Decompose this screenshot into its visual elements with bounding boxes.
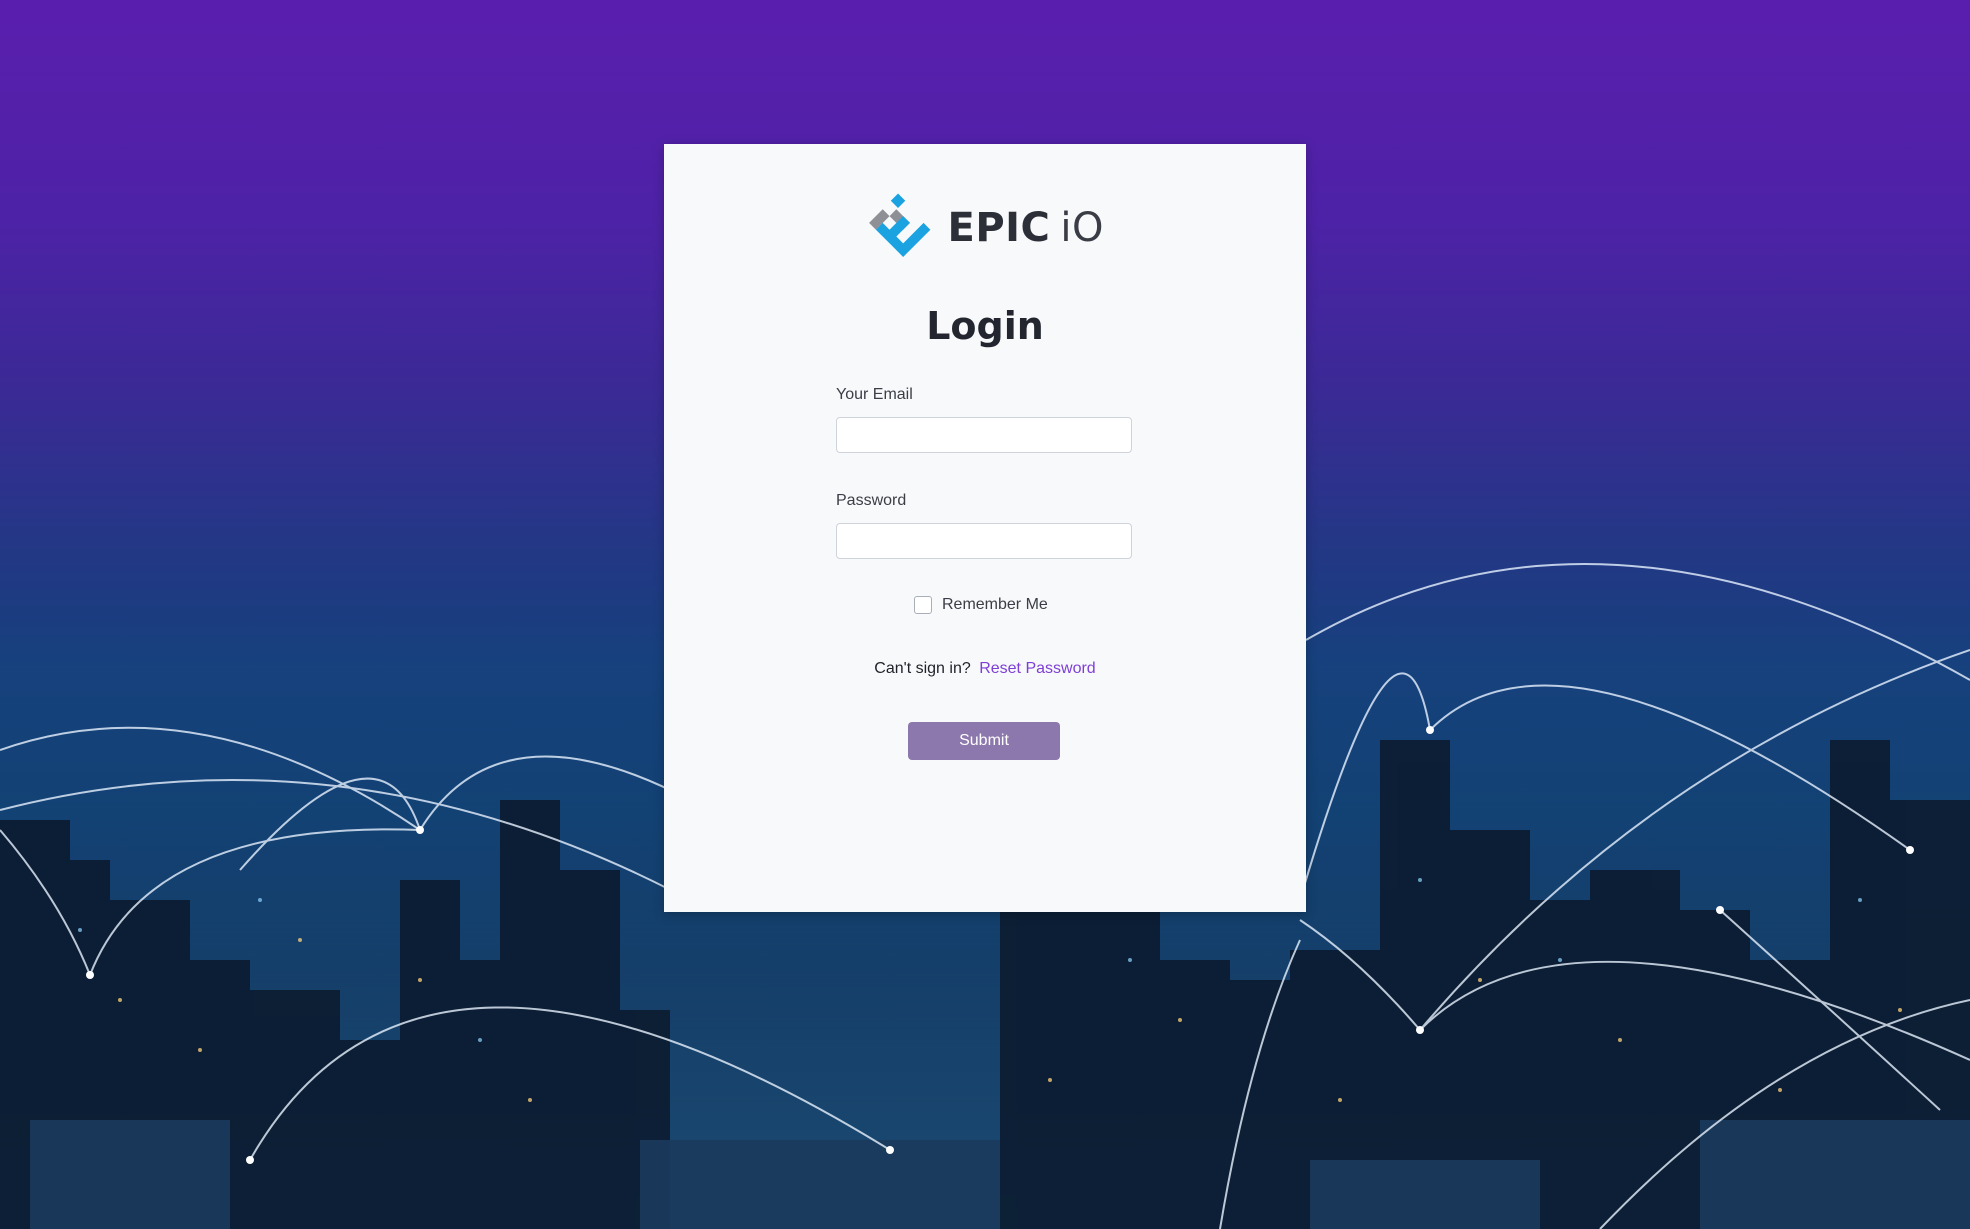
password-label: Password	[836, 492, 907, 509]
login-card: EPIC iO Login Your Email Password Remembe…	[664, 144, 1306, 912]
page-title: Login	[926, 304, 1044, 348]
email-field[interactable]	[836, 417, 1132, 453]
brand-name: EPIC iO	[948, 205, 1105, 251]
brand-name-light: iO	[1060, 205, 1104, 251]
email-label: Your Email	[836, 386, 913, 403]
remember-me-label[interactable]: Remember Me	[942, 596, 1048, 614]
brand-name-bold: EPIC	[947, 205, 1051, 251]
remember-me-checkbox[interactable]	[914, 596, 932, 614]
reset-password-link[interactable]: Reset Password	[979, 660, 1096, 677]
epic-io-logo-icon	[869, 193, 931, 257]
cant-sign-in-text: Can't sign in?	[874, 660, 971, 677]
brand-logo: EPIC iO	[864, 186, 1104, 270]
login-page: EPIC iO Login Your Email Password Remembe…	[0, 0, 1970, 1229]
cant-sign-in-row: Can't sign in? Reset Password	[664, 660, 1306, 678]
submit-button[interactable]: Submit	[908, 722, 1060, 760]
remember-me-row: Remember Me	[914, 596, 1048, 614]
password-field[interactable]	[836, 523, 1132, 559]
